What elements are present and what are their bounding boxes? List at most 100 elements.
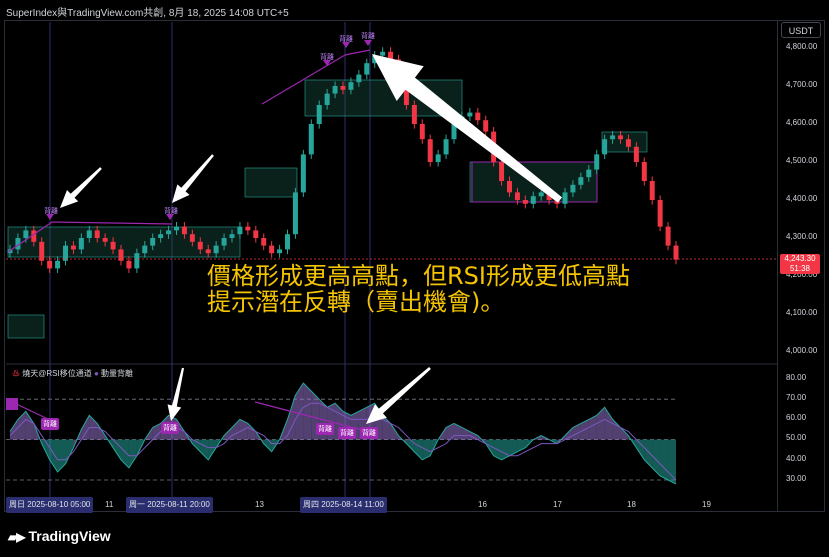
candle-body xyxy=(586,169,592,178)
rsi-fill xyxy=(49,439,58,472)
rsi-tick: 70.00 xyxy=(786,393,807,402)
divergence-label: 背離 xyxy=(361,33,375,40)
candle-body xyxy=(499,162,505,181)
annotation-line-2: 提示潛在反轉（賣出機會)。 xyxy=(207,288,505,316)
tradingview-logo[interactable]: ▰▶ TradingView xyxy=(8,528,111,548)
candle-body xyxy=(308,124,314,155)
candle-body xyxy=(443,139,449,155)
candle-body xyxy=(380,51,386,56)
candle-body xyxy=(221,238,227,246)
candle-body xyxy=(110,241,116,250)
candle-body xyxy=(348,82,354,90)
candle-body xyxy=(205,249,211,254)
candle-body xyxy=(269,245,275,254)
rsi-tick: 50.00 xyxy=(786,433,807,442)
candle-body xyxy=(150,238,156,246)
candle-body xyxy=(665,226,671,246)
candle-body xyxy=(292,192,298,235)
divergence-label: 背離 xyxy=(339,36,353,43)
candle-body xyxy=(213,245,219,254)
divergence-label: 背離 xyxy=(44,208,58,215)
x-axis-label: 13 xyxy=(255,500,264,509)
candle-body xyxy=(126,260,132,269)
candle-body xyxy=(673,245,679,260)
candle-body xyxy=(47,260,53,269)
candle-body xyxy=(166,230,172,235)
candle-body xyxy=(610,135,616,140)
candle-body xyxy=(102,238,108,242)
candle-body xyxy=(562,192,568,204)
supply-zone xyxy=(7,314,45,339)
divergence-label: 背離 xyxy=(320,54,334,61)
tradingview-logo-icon: ▰▶ xyxy=(8,530,25,544)
divergence-label: 背離 xyxy=(164,208,178,215)
rsi-tick: 60.00 xyxy=(786,413,807,422)
candle-body xyxy=(245,226,251,231)
supply-zone xyxy=(244,167,298,198)
rsi-divergence-label: 背離 xyxy=(41,418,59,430)
x-axis-label: 19 xyxy=(702,500,711,509)
candle-body xyxy=(237,226,243,235)
candle-body xyxy=(23,230,29,238)
candle-body xyxy=(261,238,267,246)
candle-body xyxy=(142,245,148,254)
pointer-arrow xyxy=(366,366,431,424)
candle-body xyxy=(594,154,600,170)
price-tick: 4,600.00 xyxy=(786,118,818,127)
candle-body xyxy=(618,135,623,140)
candle-body xyxy=(340,86,346,90)
rsi-divergence-label: 背離 xyxy=(338,427,356,439)
dot-icon: ● xyxy=(93,369,99,378)
rsi-divergence-label: 背離 xyxy=(316,423,334,435)
candle-body xyxy=(253,230,259,238)
annotation-line-1: 價格形成更高高點，但RSI形成更低高點 xyxy=(207,262,630,290)
candle-body xyxy=(435,154,441,162)
candle-body xyxy=(63,245,68,261)
candle-body xyxy=(86,230,92,238)
annotation-text: 價格形成更高高點，但RSI形成更低高點 提示潛在反轉（賣出機會)。 xyxy=(207,263,630,315)
x-axis-label: 17 xyxy=(553,500,562,509)
pointer-arrow xyxy=(60,167,102,208)
candle-body xyxy=(657,200,663,227)
rsi-divergence-label: 背離 xyxy=(360,427,378,439)
x-axis-highlight: 周一 2025-08-11 20:00 xyxy=(126,497,213,513)
candle-body xyxy=(514,192,520,200)
candle-body xyxy=(158,234,164,238)
rsi-fill xyxy=(247,423,256,440)
candle-body xyxy=(530,196,536,204)
price-tick: 4,000.00 xyxy=(786,346,818,355)
rsi-tick: 80.00 xyxy=(786,373,807,382)
x-axis-label: 18 xyxy=(627,500,636,509)
divergence-line xyxy=(344,49,371,56)
candle-body xyxy=(649,181,655,200)
rsi-legend[interactable]: ♨ 燒天@RSI移位通道 ● 動量背離 xyxy=(12,368,133,379)
candle-body xyxy=(364,63,370,75)
rsi-tick: 40.00 xyxy=(786,454,807,463)
candle-body xyxy=(522,200,528,204)
candle-body xyxy=(39,241,45,261)
rsi-tick: 30.00 xyxy=(786,474,807,483)
divergence-indicator-name: 動量背離 xyxy=(101,369,134,378)
rsi-fill xyxy=(303,383,312,440)
candle-body xyxy=(483,120,489,132)
divergence-line xyxy=(51,221,173,225)
rsi-fill xyxy=(57,439,66,472)
rsi-fill xyxy=(612,419,621,440)
candle-body xyxy=(332,86,338,94)
x-axis-highlight: 周四 2025-08-14 11:00 xyxy=(300,497,387,513)
pointer-arrow xyxy=(167,367,185,421)
x-axis-label: 11 xyxy=(105,500,114,509)
rsi-fill xyxy=(200,439,209,460)
candle-body xyxy=(411,105,417,124)
candle-body xyxy=(285,234,290,250)
candle-body xyxy=(602,139,608,155)
last-price: 4,243.30 xyxy=(784,254,816,263)
candle-body xyxy=(633,146,639,162)
candle-body xyxy=(625,139,631,147)
candle-body xyxy=(578,177,584,185)
candle-body xyxy=(427,139,433,162)
pointer-arrow xyxy=(172,154,214,203)
candle-body xyxy=(78,238,84,250)
rsi-fill xyxy=(232,419,240,440)
rsi-divergence-label: 背離 xyxy=(161,422,179,434)
